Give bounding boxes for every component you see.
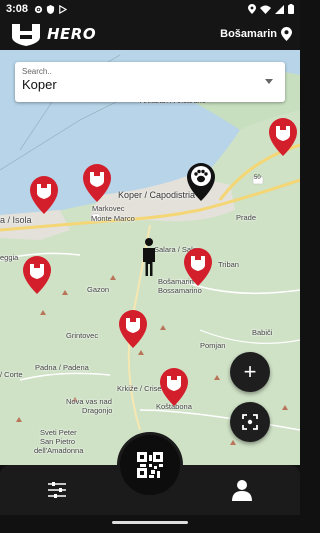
app-header: HERO Bošamarin <box>0 18 300 50</box>
search-value: Koper <box>22 77 57 92</box>
current-location-label: Bošamarin <box>220 28 277 40</box>
map-label-bossamarino: Bossamarino <box>158 286 202 295</box>
route-label-50: 50 <box>254 175 261 181</box>
map-label-krizise: Krkiže / Crise <box>117 384 162 393</box>
map-label-gazon: Gazon <box>87 285 110 294</box>
map-label-corte: / Corte <box>0 370 23 379</box>
filters-button[interactable] <box>42 475 72 505</box>
pet-pin[interactable] <box>186 163 216 201</box>
sliders-icon <box>48 482 66 498</box>
status-icons-left <box>34 4 68 14</box>
search-label: Search.. <box>22 67 52 76</box>
map-label-markovec: Markovec <box>92 204 125 213</box>
status-bar: 3:08 <box>0 0 300 18</box>
map-label-dellamadonna: dell'Amadonna <box>34 446 84 455</box>
home-indicator[interactable] <box>112 521 188 524</box>
hero-station-pin[interactable] <box>22 256 52 294</box>
map-label-sanpietro: San Pietro <box>40 437 76 446</box>
signal-icon <box>275 4 284 14</box>
plus-icon: + <box>243 359 257 384</box>
map-label-babici: Babiči <box>252 328 273 337</box>
system-nav-bar <box>0 515 300 533</box>
hero-station-pin[interactable] <box>183 248 213 286</box>
add-button[interactable]: + <box>230 352 270 392</box>
qr-code-icon <box>137 452 163 478</box>
status-time: 3:08 <box>6 3 29 15</box>
hero-station-pin[interactable] <box>118 310 148 348</box>
map-label-triban: Triban <box>218 260 239 269</box>
scan-button[interactable] <box>230 402 270 442</box>
logo-text: HERO <box>47 25 97 43</box>
shield-icon <box>46 4 55 14</box>
focus-scan-icon <box>242 414 258 430</box>
play-icon <box>59 4 68 14</box>
hero-station-pin[interactable] <box>82 164 112 202</box>
map-label-montemarco: Monte Marco <box>91 214 135 223</box>
status-icons-right <box>248 4 294 14</box>
map-label-pomjan: Pomjan <box>200 341 226 350</box>
map-label-sveti: Sveti Peter <box>40 428 77 437</box>
battery-icon <box>288 4 294 14</box>
chevron-down-icon[interactable] <box>265 79 273 84</box>
hero-logo[interactable]: HERO <box>8 21 96 47</box>
map-label-padna: Padna / Padena <box>35 363 89 372</box>
map-label-reggia: eggia <box>0 253 19 262</box>
hero-station-pin[interactable] <box>268 118 298 156</box>
hero-station-pin[interactable] <box>29 176 59 214</box>
map-label-prade: Prade <box>236 213 257 222</box>
profile-button[interactable] <box>227 475 257 505</box>
map-label-dragonjo: Dragonjo <box>82 406 113 415</box>
hero-logo-icon <box>12 24 40 46</box>
hero-station-pin[interactable] <box>159 368 189 406</box>
qr-scan-button[interactable] <box>117 432 183 498</box>
map-label-nova: Nova vas nad <box>66 397 112 406</box>
current-location[interactable]: Bošamarin <box>220 27 292 41</box>
location-icon <box>248 4 256 14</box>
wifi-icon <box>260 5 271 14</box>
location-pin-icon <box>281 27 292 41</box>
map-label-isola: a / Isola <box>0 215 32 225</box>
profile-icon <box>232 480 252 501</box>
gear-icon <box>34 5 43 13</box>
map-label-koper: Koper / Capodistria <box>118 190 196 200</box>
location-search-dropdown[interactable]: Search.. Koper <box>15 62 285 102</box>
user-location-marker <box>143 238 155 276</box>
map-label-grintovec: Grintovec <box>66 331 99 340</box>
